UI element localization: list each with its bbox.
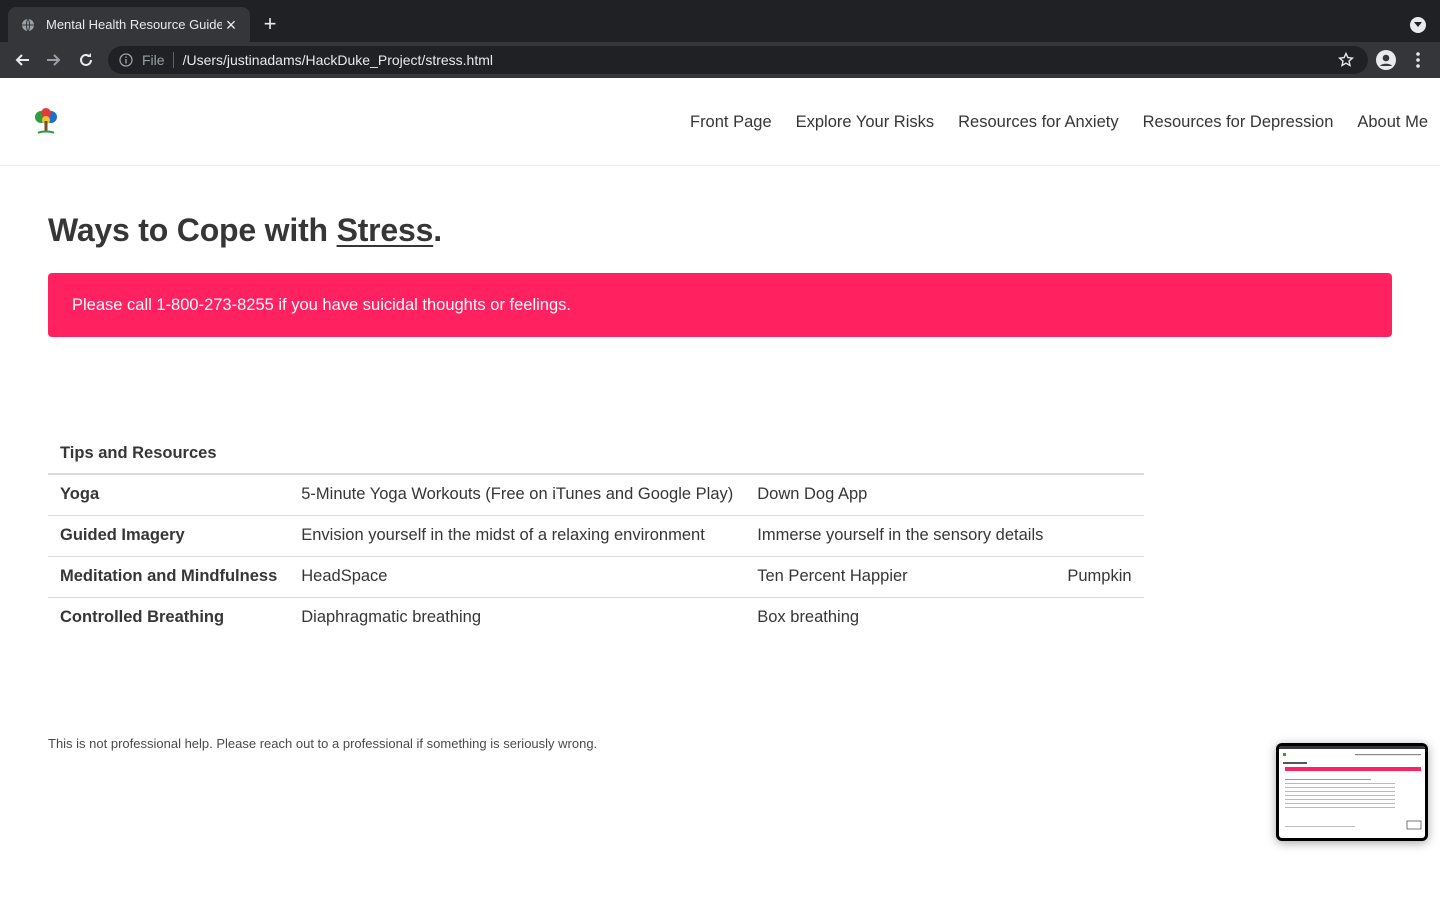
thumbnail-preview	[1279, 746, 1425, 838]
hotline-alert: Please call 1-800-273-8255 if you have s…	[48, 273, 1392, 337]
address-bar[interactable]: File /Users/justinadams/HackDuke_Project…	[108, 46, 1368, 74]
row-label: Guided Imagery	[48, 515, 290, 557]
title-suffix: .	[433, 212, 442, 248]
web-page: Front Page Explore Your Risks Resources …	[0, 78, 1440, 900]
forward-arrow-icon[interactable]	[42, 48, 66, 72]
table-cell: Pumpkin	[1055, 556, 1144, 598]
row-label: Meditation and Mindfulness	[48, 556, 290, 598]
alert-text: Please call 1-800-273-8255 if you have s…	[72, 295, 571, 314]
table-cell: Box breathing	[757, 608, 860, 627]
page-title: Ways to Cope with Stress.	[48, 212, 442, 249]
table-cell: Diaphragmatic breathing	[301, 608, 482, 627]
table-cell: Envision yourself in the midst of a rela…	[289, 515, 746, 557]
close-icon[interactable]: ×	[222, 16, 240, 34]
nav-link-depression[interactable]: Resources for Depression	[1131, 113, 1346, 132]
address-scheme: File	[142, 52, 174, 68]
table-row: Controlled Breathing Diaphragmatic breat…	[48, 597, 1144, 638]
row-label: Controlled Breathing	[60, 608, 225, 627]
nav-link-anxiety[interactable]: Resources for Anxiety	[946, 113, 1131, 132]
table-header: Tips and Resources	[48, 433, 1144, 475]
table-cell	[1055, 597, 1143, 638]
browser-toolbar: File /Users/justinadams/HackDuke_Project…	[0, 42, 1440, 78]
chevron-down-icon[interactable]	[1410, 17, 1426, 33]
browser-tab[interactable]: Mental Health Resource Guide ×	[8, 7, 250, 42]
globe-icon	[20, 17, 36, 33]
profile-icon[interactable]	[1374, 48, 1398, 72]
info-icon[interactable]	[118, 52, 134, 68]
browser-tab-bar: Mental Health Resource Guide × +	[0, 0, 1440, 42]
nav-link-front-page[interactable]: Front Page	[678, 113, 784, 132]
plus-icon[interactable]: +	[258, 13, 282, 37]
stress-link[interactable]: Stress	[337, 212, 434, 248]
table-row: Guided Imagery Envision yourself in the …	[48, 515, 1144, 557]
tree-logo-icon[interactable]	[33, 108, 59, 136]
table-row: Meditation and Mindfulness HeadSpace Ten…	[48, 556, 1144, 598]
table-cell: Immerse yourself in the sensory details	[745, 515, 1056, 557]
reload-icon[interactable]	[74, 48, 98, 72]
row-label: Yoga	[48, 474, 290, 516]
table-row: Yoga 5-Minute Yoga Workouts (Free on iTu…	[48, 474, 1144, 516]
nav-link-about-me[interactable]: About Me	[1345, 113, 1440, 132]
site-navbar: Front Page Explore Your Risks Resources …	[0, 78, 1440, 166]
address-url[interactable]: /Users/justinadams/HackDuke_Project/stre…	[183, 52, 1336, 68]
star-icon[interactable]	[1336, 50, 1356, 70]
table-cell: HeadSpace	[289, 556, 746, 598]
table-cell	[1055, 474, 1144, 516]
nav-links: Front Page Explore Your Risks Resources …	[678, 78, 1440, 166]
table-header-row: Tips and Resources	[48, 433, 1144, 475]
screenshot-thumbnail[interactable]	[1276, 743, 1428, 841]
more-vertical-icon[interactable]	[1406, 48, 1430, 72]
table-cell: Ten Percent Happier	[745, 556, 1056, 598]
title-prefix: Ways to Cope with	[48, 212, 337, 248]
disclaimer-note: This is not professional help. Please re…	[48, 736, 598, 751]
tips-table: Tips and Resources Yoga 5-Minute Yoga Wo…	[48, 433, 1144, 638]
back-arrow-icon[interactable]	[10, 48, 34, 72]
table-cell: 5-Minute Yoga Workouts (Free on iTunes a…	[289, 474, 746, 516]
nav-link-explore-risks[interactable]: Explore Your Risks	[784, 113, 947, 132]
table-cell: Down Dog App	[745, 474, 1056, 516]
tab-title: Mental Health Resource Guide	[46, 17, 222, 32]
table-cell	[1055, 515, 1144, 557]
